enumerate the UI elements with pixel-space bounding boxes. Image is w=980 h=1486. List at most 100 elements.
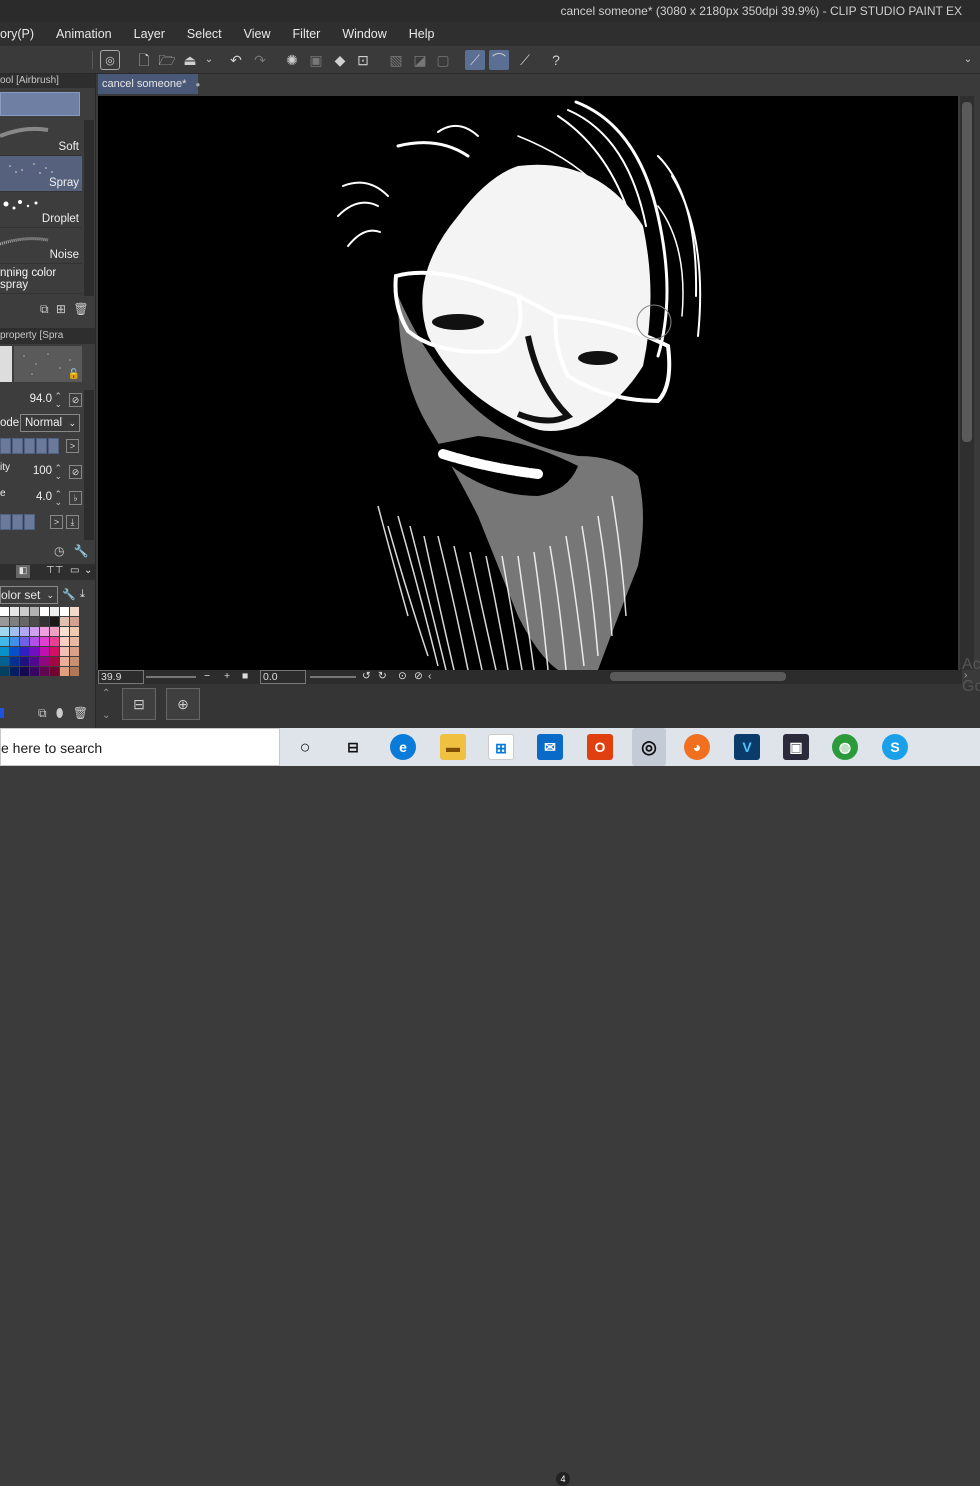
flip-icon[interactable]: ⊘: [414, 670, 423, 682]
brush-size-spinner[interactable]: ⌃ ⌄: [54, 392, 62, 409]
tool-property-scrollbar[interactable]: [84, 390, 94, 540]
edge-icon[interactable]: e: [390, 734, 416, 760]
lock-icon[interactable]: 🔓: [68, 369, 80, 380]
chevron-up-icon[interactable]: ⌃: [102, 688, 110, 699]
open-folder-icon[interactable]: 🗁: [157, 50, 177, 70]
sub-tool-tab[interactable]: ool [Airbrush]: [0, 74, 95, 88]
chevron-down-icon[interactable]: ⌄: [199, 50, 219, 70]
color-wheel-tab[interactable]: ◧: [16, 565, 30, 578]
color-set-select[interactable]: olor set ⌄: [0, 586, 58, 604]
blend-mode-select[interactable]: Normal ⌄: [20, 414, 80, 432]
reset-icon[interactable]: ◷: [54, 544, 64, 558]
brush-droplet[interactable]: Droplet: [0, 192, 82, 228]
fill-selection-icon[interactable]: ◪: [410, 50, 430, 70]
skype-icon[interactable]: S: [882, 734, 908, 760]
color-swatch[interactable]: [0, 514, 11, 530]
vertical-scroll-thumb[interactable]: [962, 102, 972, 442]
navigator-button[interactable]: ⊕: [166, 688, 200, 720]
color-swatch[interactable]: [0, 438, 11, 454]
color-swatch[interactable]: [24, 438, 35, 454]
show-panel-button[interactable]: ⊟: [122, 688, 156, 720]
save-icon[interactable]: ⏏: [180, 50, 200, 70]
menu-help[interactable]: Help: [398, 27, 446, 41]
chevron-left-icon[interactable]: ‹: [428, 670, 432, 682]
drawing-canvas[interactable]: [98, 96, 958, 670]
rotation-field[interactable]: 0.0: [260, 670, 306, 684]
opacity-spinner[interactable]: ⌃ ⌄: [54, 464, 62, 481]
vegas-icon[interactable]: V: [734, 734, 760, 760]
tool-property-tab[interactable]: property [Spra: [0, 328, 95, 344]
clear-icon[interactable]: ▧: [386, 50, 406, 70]
brush-size-value[interactable]: 94.0: [30, 393, 52, 405]
network-icon[interactable]: ◍: [832, 734, 858, 760]
wrench-icon[interactable]: 🔧: [62, 588, 76, 601]
new-file-icon[interactable]: 🗋: [134, 50, 154, 70]
zoom-in-icon[interactable]: +: [224, 670, 230, 682]
menu-window[interactable]: Window: [331, 27, 397, 41]
clip-studio-icon[interactable]: ◎: [100, 50, 120, 70]
undo-icon[interactable]: ↶: [226, 50, 246, 70]
pen-pressure-icon[interactable]: ♭: [69, 491, 82, 505]
density-spinner[interactable]: ⌃ ⌄: [54, 490, 62, 507]
brush-spray[interactable]: Spray: [0, 156, 82, 192]
fill-icon[interactable]: ◆: [330, 50, 350, 70]
ruler-icon[interactable]: ⟋: [515, 50, 535, 70]
rotate-left-icon[interactable]: ↺: [362, 670, 371, 682]
chevron-down-icon[interactable]: ⌄: [958, 50, 978, 70]
brush-soft[interactable]: Soft: [0, 120, 82, 156]
task-view-icon[interactable]: ⊟: [340, 734, 366, 760]
color-swatch[interactable]: [12, 514, 23, 530]
firefox-icon[interactable]: ◕: [684, 734, 710, 760]
zoom-out-icon[interactable]: −: [204, 670, 210, 682]
menu-filter[interactable]: Filter: [282, 27, 332, 41]
trash-icon[interactable]: 🗑: [73, 302, 88, 316]
density-value[interactable]: 4.0: [36, 491, 52, 503]
chevron-down-icon[interactable]: ⌄: [102, 710, 110, 721]
zoom-field[interactable]: 39.9: [98, 670, 144, 684]
mail-icon[interactable]: ✉: [537, 734, 563, 760]
perspective-icon[interactable]: ⌒: [489, 50, 509, 70]
rotation-slider[interactable]: [310, 676, 356, 678]
color-swatch[interactable]: [36, 438, 47, 454]
select-all-icon[interactable]: ▣: [306, 50, 326, 70]
color-slider-tab[interactable]: ⊤⊤: [46, 565, 63, 576]
pressure-icon[interactable]: ⊘: [69, 393, 82, 407]
eyedropper-icon[interactable]: ⬮: [56, 706, 64, 720]
cortana-icon[interactable]: ○: [292, 734, 318, 760]
brush-noise[interactable]: Noise: [0, 228, 82, 264]
document-tab[interactable]: cancel someone* ●: [98, 74, 200, 94]
download-icon[interactable]: ⤓: [66, 515, 79, 529]
menu-select[interactable]: Select: [176, 27, 233, 41]
color-palette[interactable]: [0, 607, 82, 679]
copy-icon[interactable]: ⧉: [40, 302, 49, 316]
pressure-icon[interactable]: ⊘: [69, 465, 82, 479]
chevron-right-icon[interactable]: >: [66, 439, 79, 453]
chevron-right-icon[interactable]: >: [50, 515, 63, 529]
tiktok-icon[interactable]: ▣: [783, 734, 809, 760]
fit-icon[interactable]: ■: [242, 670, 248, 682]
chevron-down-icon[interactable]: ⌄: [84, 565, 92, 576]
sub-tool-scrollbar[interactable]: [84, 120, 94, 296]
menu-story[interactable]: ory(P): [0, 27, 45, 41]
trash-icon[interactable]: 🗑: [73, 706, 88, 720]
menu-layer[interactable]: Layer: [123, 27, 176, 41]
ruler-snap-icon[interactable]: ⟋: [465, 50, 485, 70]
loading-icon[interactable]: ✺: [282, 50, 302, 70]
menu-animation[interactable]: Animation: [45, 27, 123, 41]
zoom-slider[interactable]: [146, 676, 196, 678]
horizontal-scroll-thumb[interactable]: [610, 672, 786, 681]
download-icon[interactable]: ⤓: [80, 588, 85, 601]
clip-studio-taskbar-icon[interactable]: ◎: [632, 728, 666, 766]
help-icon[interactable]: ?: [546, 50, 566, 70]
transform-icon[interactable]: ⊡: [353, 50, 373, 70]
color-swatch[interactable]: [48, 438, 59, 454]
sub-tool-group-selector[interactable]: [0, 92, 80, 116]
wrench-icon[interactable]: 🔧: [74, 544, 89, 558]
color-swatch[interactable]: [12, 438, 23, 454]
store-icon[interactable]: ⊞: [488, 734, 514, 760]
reset-rotation-icon[interactable]: ⊙: [398, 670, 407, 682]
brush-running-color-spray[interactable]: nning color spray: [0, 264, 82, 294]
office-icon[interactable]: O: [587, 734, 613, 760]
search-input[interactable]: e here to search: [0, 728, 280, 766]
canvas-vertical-scrollbar[interactable]: [960, 96, 974, 670]
